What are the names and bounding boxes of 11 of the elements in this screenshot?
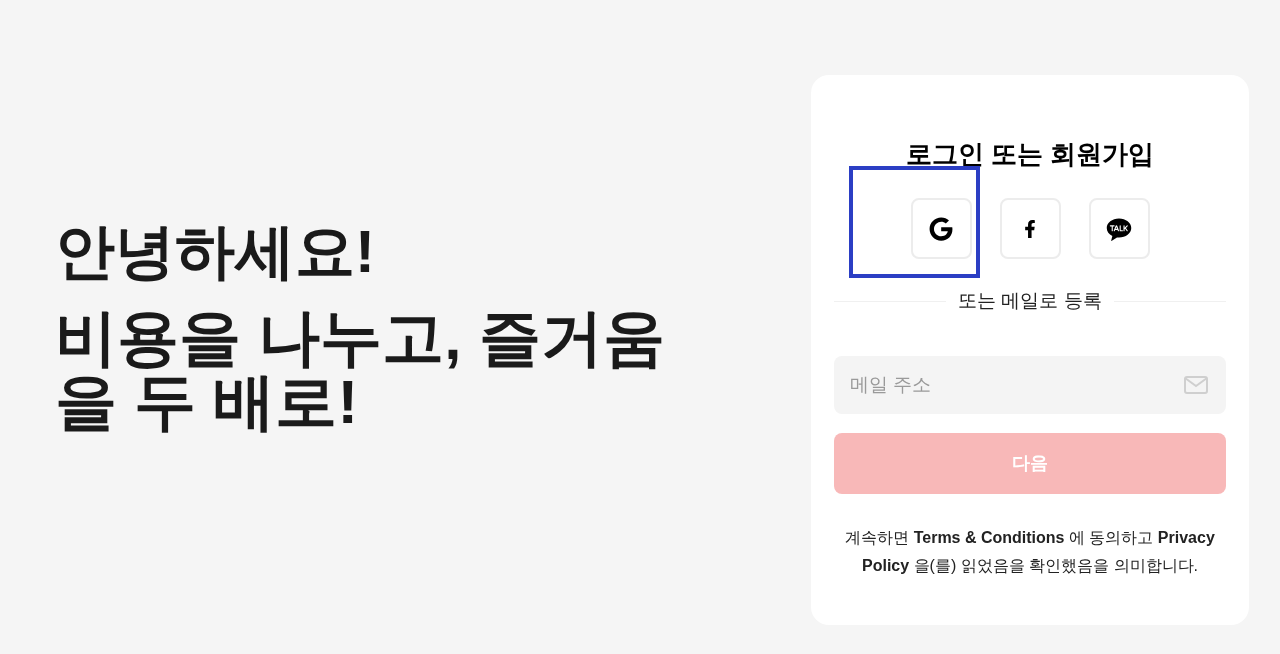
google-login-button[interactable] xyxy=(910,198,972,259)
facebook-login-button[interactable] xyxy=(999,198,1061,259)
terms-text: 계속하면 Terms & Conditions 에 동의하고 Privacy Policy 을(를) 읽었음을 확인했음을 의미합니다. xyxy=(844,527,1216,576)
kakao-login-button[interactable] xyxy=(1088,198,1150,259)
divider-label: 또는 메일로 등록 xyxy=(958,289,1102,313)
card-title: 로그인 또는 회원가입 xyxy=(905,138,1155,171)
greeting-heading: 안녕하세요! xyxy=(55,217,376,287)
google-icon xyxy=(929,216,953,241)
email-field[interactable]: 메일 주소 xyxy=(834,355,1226,414)
tagline-heading: 비용을 나누고, 즐거움을 두 배로! xyxy=(55,306,666,434)
mail-icon xyxy=(1184,375,1208,394)
